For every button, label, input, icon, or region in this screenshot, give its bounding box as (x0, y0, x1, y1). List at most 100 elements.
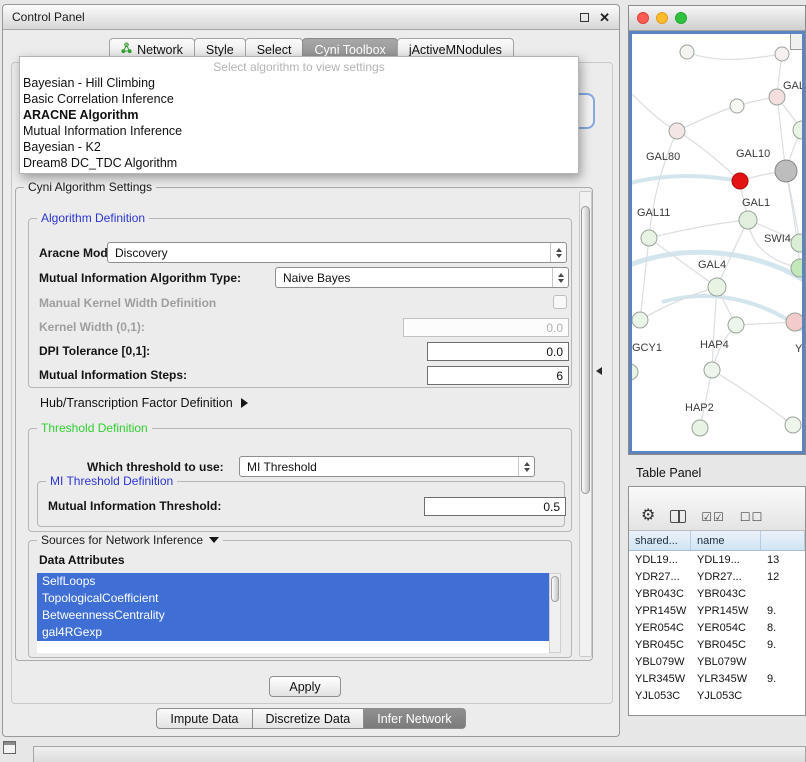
which-threshold-label: Which threshold to use: (87, 460, 224, 474)
algorithm-option-mutual-information-inference[interactable]: Mutual Information Inference (20, 123, 578, 139)
table-row[interactable]: YPR145WYPR145W9. (629, 602, 805, 619)
mi-steps-label: Mutual Information Steps: (39, 368, 187, 382)
attribute-item-gal4rgexp[interactable]: gal4RGexp (37, 624, 549, 641)
table-cell: YDR27... (629, 568, 691, 585)
network-node[interactable] (632, 364, 638, 380)
table-cell (761, 653, 805, 670)
table-cell: YPR145W (691, 602, 761, 619)
settings-scrollbar[interactable] (579, 191, 592, 657)
column-header[interactable] (761, 531, 805, 550)
network-node[interactable] (791, 234, 802, 252)
table-row[interactable]: YDR27...YDR27...12 (629, 568, 805, 585)
algorithm-option-dream8-dc-tdc-algorithm[interactable]: Dream8 DC_TDC Algorithm (20, 155, 578, 171)
network-node[interactable] (692, 420, 708, 436)
network-node[interactable] (680, 45, 694, 59)
mi-type-combobox[interactable]: Naive Bayes (275, 267, 569, 288)
float-window-icon[interactable] (580, 13, 589, 22)
bottom-tabbar: Impute DataDiscretize DataInfer Network (3, 708, 619, 729)
select-all-icon[interactable]: ☑☑ (701, 511, 725, 523)
algorithm-definition-group: Algorithm Definition Aracne Mode: Discov… (28, 218, 572, 388)
mi-threshold-group: MI Threshold Definition Mutual Informati… (37, 481, 565, 527)
table-row[interactable]: YER054CYER054C8. (629, 619, 805, 636)
columns-icon[interactable] (670, 510, 686, 523)
attribute-item-topologicalcoefficient[interactable]: TopologicalCoefficient (37, 590, 549, 607)
node-label: GAL11 (637, 207, 670, 219)
bottom-tab-impute-data[interactable]: Impute Data (156, 708, 252, 729)
network-node[interactable] (708, 278, 726, 296)
birdseye-toggle-icon[interactable] (790, 34, 802, 50)
attribute-item-selfloops[interactable]: SelfLoops (37, 573, 549, 590)
panel-restore-icon[interactable] (3, 741, 16, 754)
attribute-list-scrollbar[interactable] (549, 573, 561, 653)
dropdown-placeholder: Select algorithm to view settings (20, 59, 578, 75)
network-view-window: GAL7GAL80GAL10GAL11GAL1SWI4GAL4GCY1HAP4H… (628, 5, 806, 455)
mi-type-value: Naive Bayes (283, 271, 350, 285)
control-panel-titlebar[interactable]: Control Panel ✕ (3, 5, 619, 30)
network-node[interactable] (793, 121, 802, 139)
mi-threshold-field[interactable]: 0.5 (424, 497, 566, 516)
hub-definition-expander[interactable]: Hub/Transcription Factor Definition (40, 396, 248, 410)
table-header: shared...name (629, 531, 805, 551)
settings-scrollbar-thumb[interactable] (581, 206, 590, 494)
network-node[interactable] (732, 173, 748, 189)
mac-minimize-icon[interactable] (656, 12, 668, 24)
mac-zoom-icon[interactable] (675, 12, 687, 24)
network-node[interactable] (632, 312, 648, 328)
kernel-width-field[interactable]: 0.0 (403, 318, 569, 337)
attribute-list: SelfLoopsTopologicalCoefficientBetweenne… (37, 573, 549, 653)
apply-button[interactable]: Apply (269, 676, 341, 697)
network-canvas[interactable]: GAL7GAL80GAL10GAL11GAL1SWI4GAL4GCY1HAP4H… (629, 31, 805, 454)
mi-type-label: Mutual Information Algorithm Type: (39, 271, 241, 285)
table-row[interactable]: YLR345WYLR345W9. (629, 670, 805, 687)
table-cell: YBR043C (691, 585, 761, 602)
window-title: Control Panel (12, 10, 85, 24)
table-row[interactable]: YBL079WYBL079W (629, 653, 805, 670)
network-node[interactable] (775, 47, 789, 61)
network-node[interactable] (641, 230, 657, 246)
algorithm-option-basic-correlation-inference[interactable]: Basic Correlation Inference (20, 91, 578, 107)
network-node[interactable] (730, 99, 744, 113)
node-label: GAL10 (736, 148, 770, 160)
gear-icon[interactable]: ⚙ (641, 507, 655, 523)
sources-group-title[interactable]: Sources for Network Inference (37, 533, 223, 547)
panel-collapse-arrow[interactable] (596, 367, 602, 375)
table-cell: 9. (761, 636, 805, 653)
mac-close-icon[interactable] (637, 12, 649, 24)
algorithm-dropdown-popup: Select algorithm to view settings Bayesi… (19, 56, 579, 174)
tab-label: Select (257, 43, 292, 57)
network-window-titlebar[interactable] (629, 6, 805, 31)
algorithm-option-aracne-algorithm[interactable]: ARACNE Algorithm (20, 107, 578, 123)
algorithm-option-bayesian-hill-climbing[interactable]: Bayesian - Hill Climbing (20, 75, 578, 91)
close-icon[interactable]: ✕ (599, 11, 610, 24)
node-label: GAL4 (698, 259, 726, 271)
network-node[interactable] (728, 317, 744, 333)
network-node[interactable] (785, 417, 801, 433)
table-row[interactable]: YJL053CYJL053C (629, 687, 805, 704)
network-node[interactable] (786, 313, 802, 331)
column-header[interactable]: name (691, 531, 761, 550)
attribute-item-betweennesscentrality[interactable]: BetweennessCentrality (37, 607, 549, 624)
network-svg: GAL7GAL80GAL10GAL11GAL1SWI4GAL4GCY1HAP4H… (632, 34, 802, 451)
which-threshold-value: MI Threshold (247, 460, 317, 474)
table-cell: YLR345W (629, 670, 691, 687)
algorithm-option-bayesian-k2[interactable]: Bayesian - K2 (20, 139, 578, 155)
bottom-tab-discretize-data[interactable]: Discretize Data (253, 708, 365, 729)
table-row[interactable]: YDL19...YDL19...13 (629, 551, 805, 568)
network-node[interactable] (704, 362, 720, 378)
table-row[interactable]: YBR043CYBR043C (629, 585, 805, 602)
bottom-tab-infer-network[interactable]: Infer Network (364, 708, 465, 729)
mi-steps-field[interactable]: 6 (427, 366, 569, 385)
deselect-all-icon[interactable]: ☐☐ (740, 511, 764, 523)
manual-kernel-checkbox[interactable] (553, 295, 567, 309)
table-row[interactable]: YBR045CYBR045C9. (629, 636, 805, 653)
which-threshold-combobox[interactable]: MI Threshold (239, 456, 535, 477)
table-cell: 9. (761, 670, 805, 687)
column-header[interactable]: shared... (629, 531, 691, 550)
network-node[interactable] (775, 160, 797, 182)
aracne-mode-combobox[interactable]: Discovery (107, 242, 567, 263)
network-node[interactable] (669, 123, 685, 139)
mi-threshold-group-title: MI Threshold Definition (46, 474, 177, 488)
network-node[interactable] (739, 211, 757, 229)
threshold-definition-group: Threshold Definition Which threshold to … (28, 428, 572, 532)
dpi-tolerance-field[interactable]: 0.0 (427, 342, 569, 361)
